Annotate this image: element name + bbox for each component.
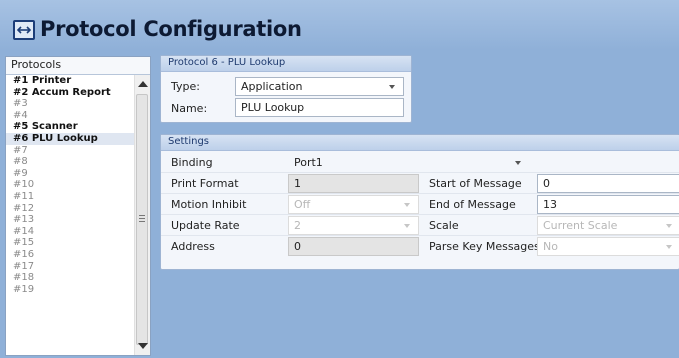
motion-inhibit-label: Motion Inhibit: [171, 198, 247, 211]
protocol-list-item[interactable]: #16: [6, 249, 136, 261]
start-of-message-field[interactable]: 0: [537, 174, 679, 193]
start-of-message-label: Start of Message: [429, 177, 522, 190]
protocol-list-item[interactable]: #14: [6, 226, 136, 238]
parse-key-messages-label: Parse Key Messages: [429, 240, 540, 253]
binding-select-value: Port1: [294, 156, 323, 169]
protocol-list-item[interactable]: #8: [6, 156, 136, 168]
parse-key-messages-select[interactable]: No: [537, 237, 679, 256]
protocol-details-header: Protocol 6 - PLU Lookup: [161, 56, 411, 72]
update-rate-value: 2: [294, 219, 301, 232]
end-of-message-label: End of Message: [429, 198, 516, 211]
list-scrollbar[interactable]: [134, 75, 150, 355]
grip-line: [139, 218, 145, 219]
protocol-list-item[interactable]: #19: [6, 284, 136, 296]
page-title: Protocol Configuration: [40, 17, 302, 41]
parse-key-messages-value: No: [543, 240, 558, 253]
chevron-down-icon: [666, 224, 672, 228]
protocol-list-item[interactable]: #3: [6, 98, 136, 110]
row-divider: [161, 172, 679, 173]
end-of-message-field[interactable]: 13: [537, 195, 679, 214]
protocol-list-item[interactable]: #4: [6, 110, 136, 122]
protocol-list-item[interactable]: #15: [6, 237, 136, 249]
binding-select[interactable]: Port1: [288, 153, 530, 172]
protocol-list-item[interactable]: #2 Accum Report: [6, 87, 136, 99]
motion-inhibit-value: Off: [294, 198, 311, 211]
protocol-list-item[interactable]: #12: [6, 203, 136, 215]
title-bar: Protocol Configuration: [0, 0, 679, 50]
scroll-thumb[interactable]: [136, 94, 148, 345]
chevron-down-icon: [389, 85, 395, 89]
protocol-list-item[interactable]: #17: [6, 261, 136, 273]
chevron-down-icon: [404, 203, 410, 207]
protocols-list-header: Protocols: [6, 57, 150, 75]
protocols-list-items: #1 Printer #2 Accum Report #3 #4 #5 Scanner #…: [6, 75, 136, 295]
binding-label: Binding: [171, 156, 213, 169]
settings-group: Settings Binding Port1 Print Format 1 St…: [160, 134, 679, 270]
row-divider: [161, 235, 679, 236]
protocol-details-group: Protocol 6 - PLU Lookup Type: Applicatio…: [160, 55, 412, 123]
print-format-label: Print Format: [171, 177, 239, 190]
chevron-down-icon: [515, 161, 521, 165]
update-rate-label: Update Rate: [171, 219, 240, 232]
type-label: Type:: [171, 80, 200, 93]
chevron-down-icon: [666, 245, 672, 249]
protocol-list-item[interactable]: #9: [6, 168, 136, 180]
scroll-down-icon[interactable]: [138, 343, 148, 349]
row-divider: [161, 193, 679, 194]
protocol-list-item[interactable]: #6 PLU Lookup: [6, 132, 136, 145]
row-divider: [161, 214, 679, 215]
protocol-list-item[interactable]: #5 Scanner: [6, 121, 136, 133]
protocols-list: Protocols #1 Printer #2 Accum Report #3 #4 #…: [5, 56, 151, 356]
update-rate-select[interactable]: 2: [288, 216, 419, 235]
protocol-list-item[interactable]: #7: [6, 145, 136, 157]
address-label: Address: [171, 240, 215, 253]
scale-select[interactable]: Current Scale: [537, 216, 679, 235]
print-format-field[interactable]: 1: [288, 174, 419, 193]
scale-label: Scale: [429, 219, 459, 232]
protocol-list-item[interactable]: #18: [6, 272, 136, 284]
name-field[interactable]: PLU Lookup: [235, 98, 404, 117]
settings-header: Settings: [161, 135, 679, 151]
address-field[interactable]: 0: [288, 237, 419, 256]
protocol-list-item[interactable]: #1 Printer: [6, 75, 136, 87]
protocol-list-item[interactable]: #10: [6, 179, 136, 191]
scroll-up-icon[interactable]: [138, 81, 148, 87]
protocol-list-item[interactable]: #13: [6, 214, 136, 226]
scale-value: Current Scale: [543, 219, 618, 232]
protocol-list-item[interactable]: #11: [6, 191, 136, 203]
grip-line: [139, 221, 145, 222]
chevron-down-icon: [404, 224, 410, 228]
type-select-value: Application: [241, 80, 303, 93]
motion-inhibit-select[interactable]: Off: [288, 195, 419, 214]
name-label: Name:: [171, 102, 208, 115]
grip-line: [139, 215, 145, 216]
type-select[interactable]: Application: [235, 77, 404, 96]
swap-arrows-icon: [13, 20, 35, 40]
